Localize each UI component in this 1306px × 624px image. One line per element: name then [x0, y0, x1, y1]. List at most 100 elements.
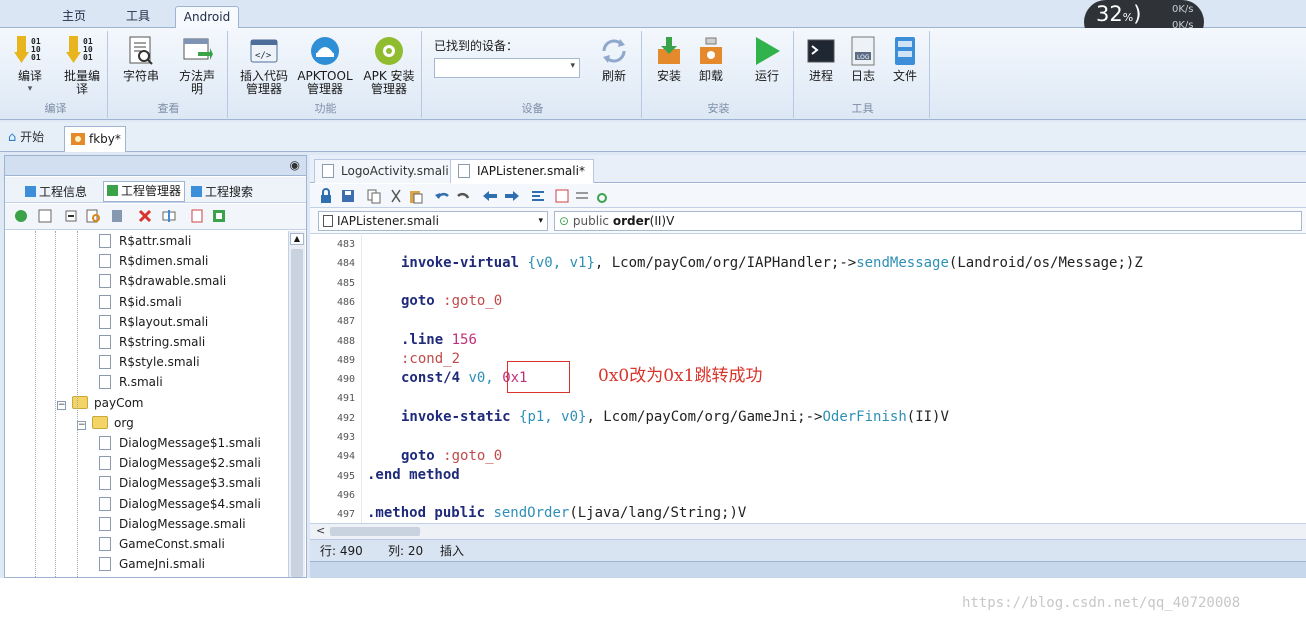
tree-file[interactable]: R$id.smali	[99, 292, 182, 312]
group-label-install: 安装	[707, 102, 730, 115]
redo-icon[interactable]	[456, 188, 472, 204]
delete-icon[interactable]	[137, 208, 153, 224]
tree-node-label: R.smali	[119, 375, 163, 390]
image-icon[interactable]	[37, 208, 53, 224]
method-combo[interactable]: ⊙ public order(II)V	[554, 211, 1302, 231]
collapse-icon[interactable]	[63, 208, 79, 224]
tree-file[interactable]: R$style.smali	[99, 352, 200, 372]
log-button[interactable]: LOG 日志	[844, 35, 882, 83]
tree-file[interactable]: R$string.smali	[99, 332, 205, 352]
process-button[interactable]: 进程	[802, 35, 840, 83]
expand-toggle-icon[interactable]: −	[57, 400, 66, 410]
uninstall-button[interactable]: 卸载	[692, 35, 730, 83]
java-file-icon	[323, 215, 333, 227]
chevron-down-icon[interactable]: ▾	[8, 83, 52, 96]
tree-file[interactable]: R.smali	[99, 372, 163, 392]
sync-icon[interactable]	[161, 208, 177, 224]
install-button[interactable]: 安装	[650, 35, 688, 83]
strings-button[interactable]: 字符串	[118, 35, 164, 83]
editor-tabs: LogoActivity.smali IAPListener.smali*	[310, 155, 1306, 183]
debug-icon[interactable]	[594, 188, 610, 204]
manager-icon	[107, 185, 118, 196]
back-icon[interactable]	[482, 188, 498, 204]
expand-toggle-icon[interactable]: −	[77, 420, 86, 430]
chevron-left-icon[interactable]: <	[316, 524, 325, 537]
android-killer-window: 主页 工具 Android 32%) 0K/s 0K/s 01 10 01 编译…	[0, 0, 1306, 578]
tree-file[interactable]: DialogMessage.smali	[99, 514, 246, 534]
tree-file[interactable]: R$drawable.smali	[99, 271, 226, 291]
apktool-manager-button[interactable]: APKTOOL 管理器	[296, 35, 354, 96]
tree-file[interactable]: DialogMessage$4.smali	[99, 494, 261, 514]
tab-iaplistener[interactable]: IAPListener.smali*	[450, 159, 594, 183]
tree-file[interactable]: DialogMessage$3.smali	[99, 473, 261, 493]
undo-icon[interactable]	[434, 188, 450, 204]
line-number: 487	[337, 316, 356, 328]
paste-icon[interactable]	[408, 188, 424, 204]
tab-logoactivity[interactable]: LogoActivity.smali	[314, 159, 458, 183]
svg-text:LOG: LOG	[857, 54, 870, 61]
run-button[interactable]: 运行	[748, 35, 786, 83]
chevron-down-icon[interactable]: ▾	[570, 61, 575, 71]
file-button[interactable]: 文件	[886, 35, 924, 83]
start-tab[interactable]: ⌂ 开始	[8, 128, 44, 145]
file-icon	[99, 234, 111, 248]
device-select[interactable]: ▾	[434, 58, 580, 78]
status-col: 列: 20	[388, 544, 424, 558]
tree-file[interactable]: R$dimen.smali	[99, 251, 208, 271]
tab-project-manager[interactable]: 工程管理器	[103, 181, 186, 202]
pdf-icon[interactable]	[189, 208, 205, 224]
list-icon[interactable]	[574, 188, 590, 204]
tab-project-info[interactable]: 工程信息	[25, 183, 87, 200]
code-tag-icon: </>	[250, 39, 278, 63]
insert-code-manager-button[interactable]: </> 插入代码 管理器	[236, 35, 292, 96]
file-combo[interactable]: IAPListener.smali ▾	[318, 211, 548, 231]
method-declaration-button[interactable]: 方法声 明	[174, 35, 220, 96]
tree-folder[interactable]: − payCom	[57, 393, 143, 413]
java-icon[interactable]	[554, 188, 570, 204]
project-tab[interactable]: fkby*	[64, 126, 126, 152]
eye-icon[interactable]: ◉	[290, 158, 300, 172]
scroll-up-icon[interactable]: ▲	[290, 233, 304, 245]
forward-icon[interactable]	[504, 188, 520, 204]
tab-tools[interactable]: 工具	[116, 6, 160, 28]
hscroll-thumb[interactable]	[330, 527, 420, 536]
batch-compile-button[interactable]: 01 10 01 批量编 译	[60, 35, 104, 96]
tab-home[interactable]: 主页	[52, 6, 96, 28]
tab-android[interactable]: Android	[175, 6, 239, 28]
tree-file[interactable]: GameConst.smali	[99, 534, 225, 554]
chevron-down-icon[interactable]: ▾	[538, 212, 543, 230]
compile-button[interactable]: 01 10 01 编译 ▾	[8, 35, 52, 96]
copy-icon[interactable]	[366, 188, 382, 204]
file-icon	[322, 164, 334, 178]
binary-down-arrow-icon: 01 10 01	[14, 36, 41, 63]
watermark: https://blog.csdn.net/qq_40720008	[962, 595, 1241, 611]
tree-folder[interactable]: − org	[77, 413, 134, 433]
save-icon[interactable]	[340, 188, 356, 204]
tree-file[interactable]: GameJni.smali	[99, 554, 205, 574]
tree-node-label: R$id.smali	[119, 294, 182, 309]
find-file-icon[interactable]	[85, 208, 101, 224]
refresh-button[interactable]: 刷新	[594, 35, 634, 83]
format-icon[interactable]	[530, 188, 546, 204]
file-icon	[99, 294, 111, 309]
horizontal-scrollbar[interactable]: <	[310, 523, 1306, 539]
tree-node-label: R$layout.smali	[119, 314, 209, 329]
tree-file[interactable]: R$layout.smali	[99, 312, 208, 332]
tree-file[interactable]: R$attr.smali	[99, 231, 191, 251]
apk-install-manager-button[interactable]: APK 安装 管理器	[360, 35, 418, 96]
tree-scrollbar[interactable]: ▲	[288, 231, 305, 577]
code-area[interactable]: 483 484 485 486 487 488 489 490 491 492 493 494 495 4…	[310, 235, 1306, 523]
tree-node-label: R$dimen.smali	[119, 254, 209, 269]
file-icon	[99, 456, 111, 471]
cut-icon[interactable]	[388, 188, 404, 204]
lock-icon[interactable]	[318, 188, 334, 204]
tree-file[interactable]: DialogMessage$2.smali	[99, 453, 261, 473]
android-project-icon[interactable]	[211, 208, 227, 224]
code-line-484: invoke-virtual {v0, v1}, Lcom/payCom/org…	[401, 255, 1143, 271]
scroll-thumb[interactable]	[291, 249, 303, 577]
tab-project-search[interactable]: 工程搜索	[191, 183, 253, 200]
book-icon[interactable]	[109, 208, 125, 224]
tree-file[interactable]: DialogMessage$1.smali	[99, 433, 261, 453]
refresh-icon[interactable]	[13, 208, 29, 224]
file-icon	[99, 254, 111, 269]
